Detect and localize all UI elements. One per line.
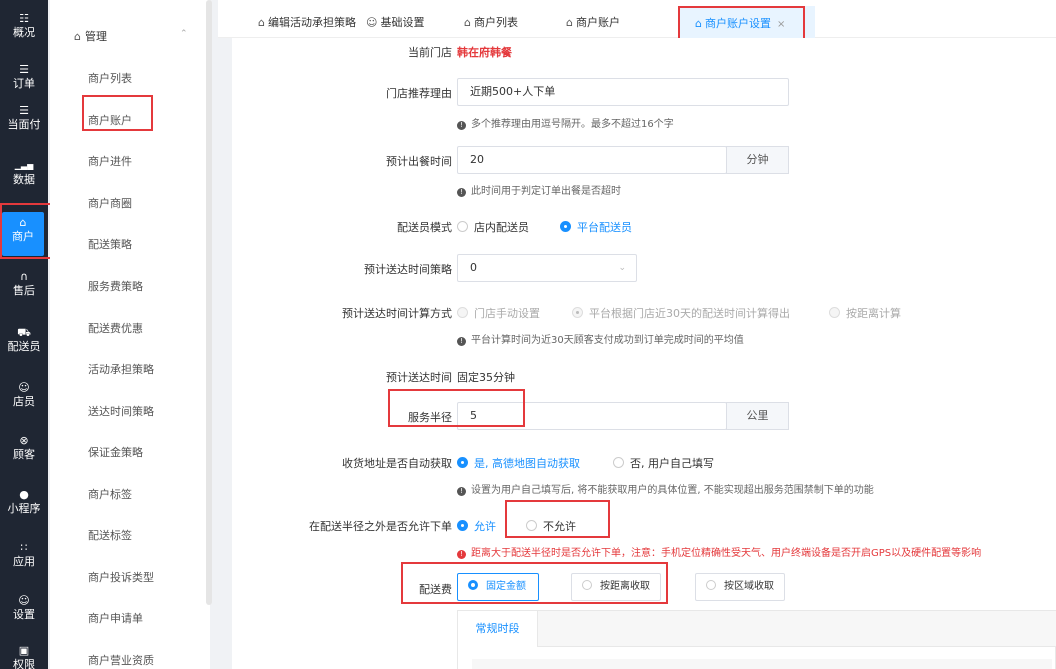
auto-address-hint: ! 设置为用户自己填写后, 将不能获取用户的具体位置, 不能实现超出服务范围禁制下… (457, 481, 874, 496)
nav-item-orders[interactable]: ☰ 订单 (0, 59, 48, 103)
highlight-box-deny-outside (505, 500, 610, 538)
courier-icon: ⛟ (17, 326, 31, 339)
eta-calc-platform-radio[interactable]: 平台根据门店近30天的配送时间计算得出 (572, 305, 790, 321)
prep-time-label: 预计出餐时间 (386, 155, 452, 168)
sidebar-item-merchant-list[interactable]: 商户列表 (88, 70, 132, 86)
auto-address-yes-radio[interactable]: 是, 高德地图自动获取 (457, 455, 580, 471)
store-icon: ⌂ (74, 30, 81, 43)
bar-chart-icon: ▁▃▅ (14, 161, 34, 170)
recommend-reason-input[interactable]: 近期500+人下单 (457, 78, 789, 106)
info-icon: ! (457, 121, 466, 130)
lock-icon: ▣ (18, 644, 30, 657)
highlight-box-delivery-fee (401, 562, 668, 604)
eta-calc-label: 预计送达时间计算方式 (342, 307, 452, 320)
sidebar-item-delivery-time-strategy[interactable]: 送达时间策略 (88, 403, 154, 419)
eta-calc-manual-radio[interactable]: 门店手动设置 (457, 305, 540, 321)
user-icon: ☺ (18, 381, 30, 394)
tab-edit-promo-strategy[interactable]: ⌂ 编辑活动承担策略 (258, 14, 356, 30)
nav-item-staff[interactable]: ☺ 店员 (0, 377, 48, 421)
main-nav: ☷ 概况 ☰ 订单 ☰ 当面付 ▁▃▅ 数据 ⌂ 商户 ∩ 售后 ⛟ 配送员 ☺ (0, 0, 48, 669)
grid-icon: ☷ (19, 12, 29, 25)
wechat-icon: ● (19, 488, 29, 501)
outside-radius-hint: ! 距离大于配送半径时是否允许下单，注意：手机定位精确性受天气、用户终端设备是否开… (457, 544, 981, 559)
tab-regular-period[interactable]: 常规时段 (458, 611, 538, 647)
time-period-panel: 常规时段 (457, 610, 1056, 669)
sidebar-item-merchant-onboarding[interactable]: 商户进件 (88, 153, 132, 169)
sidebar-scrollbar[interactable] (206, 0, 212, 605)
sidebar-item-service-fee-strategy[interactable]: 服务费策略 (88, 278, 143, 294)
nav-item-face-pay[interactable]: ☰ 当面付 (0, 100, 48, 144)
highlight-box-merchant-nav (0, 203, 55, 259)
nav-item-data[interactable]: ▁▃▅ 数据 (0, 155, 48, 199)
store-icon: ⌂ (566, 16, 573, 29)
warning-icon: ! (457, 550, 466, 559)
outside-radius-label: 在配送半径之外是否允许下单 (309, 520, 452, 533)
highlight-box-service-radius (388, 389, 525, 427)
tab-merchant-list[interactable]: ⌂ 商户列表 (464, 14, 518, 30)
eta-value: 固定35分钟 (457, 371, 515, 384)
nav-item-permissions[interactable]: ▣ 权限 (0, 640, 48, 669)
nav-item-apps[interactable]: ∷ 应用 (0, 537, 48, 581)
delivery-fee-area-button[interactable]: 按区域收取 (695, 573, 785, 601)
user-icon: ☺ (366, 16, 378, 29)
sidebar-item-complaint-types[interactable]: 商户投诉类型 (88, 569, 154, 585)
info-icon: ! (457, 487, 466, 496)
settings-icon: ☺ (18, 594, 30, 607)
headset-icon: ∩ (19, 270, 29, 283)
prep-time-unit: 分钟 (726, 146, 789, 174)
sidebar-item-delivery-fee-discount[interactable]: 配送费优惠 (88, 320, 143, 336)
chevron-down-icon: ⌄ (618, 263, 626, 273)
store-icon: ⌂ (464, 16, 471, 29)
tab-bar: ⌂ 编辑活动承担策略 ☺ 基础设置 ⌂ 商户列表 ⌂ 商户账户 ⌂ 商户账户设置 × (218, 0, 1056, 38)
eta-label: 预计送达时间 (386, 371, 452, 384)
sidebar-item-business-license[interactable]: 商户营业资质 (88, 652, 154, 668)
current-store-value: 韩在府韩餐 (457, 46, 512, 59)
auto-address-no-radio[interactable]: 否, 用户自己填写 (613, 455, 714, 471)
nav-item-customers[interactable]: ⊗ 顾客 (0, 430, 48, 474)
sidebar-item-promo-cost-strategy[interactable]: 活动承担策略 (88, 361, 154, 377)
nav-item-couriers[interactable]: ⛟ 配送员 (0, 322, 48, 366)
current-store-label: 当前门店 (408, 46, 452, 59)
store-icon: ⌂ (258, 16, 265, 29)
nav-item-after-sales[interactable]: ∩ 售后 (0, 266, 48, 310)
time-period-body (472, 659, 1052, 669)
highlight-box-merchant-account (82, 95, 153, 131)
sidebar-item-merchant-tags[interactable]: 商户标签 (88, 486, 132, 502)
sidebar-group-manage[interactable]: ⌂ 管理 (74, 28, 107, 44)
sidebar-item-applications[interactable]: 商户申请单 (88, 610, 143, 626)
service-radius-unit: 公里 (726, 402, 789, 430)
eta-strategy-select[interactable]: 0 ⌄ (457, 254, 637, 282)
sidebar-item-business-district[interactable]: 商户商圈 (88, 195, 132, 211)
info-icon: ! (457, 337, 466, 346)
nav-item-settings[interactable]: ☺ 设置 (0, 590, 48, 634)
prep-time-input[interactable]: 20 (457, 146, 727, 174)
eta-calc-hint: ! 平台计算时间为近30天顾客支付成功到订单完成时间的平均值 (457, 331, 744, 346)
courier-mode-label: 配送员模式 (397, 221, 452, 234)
sidebar-item-delivery-tags[interactable]: 配送标签 (88, 527, 132, 543)
tab-basic-settings[interactable]: ☺ 基础设置 (366, 14, 424, 30)
nav-item-overview[interactable]: ☷ 概况 (0, 8, 48, 52)
list-icon: ☰ (19, 63, 29, 76)
recommend-reason-label: 门店推荐理由 (386, 87, 452, 100)
apps-icon: ∷ (20, 541, 28, 554)
recommend-reason-hint: ! 多个推荐理由用逗号隔开。最多不超过16个字 (457, 115, 674, 130)
time-period-tabbar (458, 611, 1056, 647)
info-icon: ! (457, 188, 466, 197)
nav-item-mini-program[interactable]: ● 小程序 (0, 484, 48, 528)
sidebar-item-deposit-strategy[interactable]: 保证金策略 (88, 444, 143, 460)
customer-icon: ⊗ (19, 434, 29, 447)
auto-address-label: 收货地址是否自动获取 (342, 457, 452, 470)
list-icon: ☰ (19, 104, 29, 117)
courier-mode-store-radio[interactable]: 店内配送员 (457, 219, 529, 235)
eta-strategy-label: 预计送达时间策略 (364, 263, 452, 276)
sidebar-item-delivery-strategy[interactable]: 配送策略 (88, 236, 132, 252)
chevron-up-icon[interactable]: ⌃ (180, 29, 188, 39)
courier-mode-platform-radio[interactable]: 平台配送员 (560, 219, 632, 235)
tab-merchant-account[interactable]: ⌂ 商户账户 (566, 14, 620, 30)
prep-time-hint: ! 此时间用于判定订单出餐是否超时 (457, 182, 621, 197)
eta-calc-distance-radio[interactable]: 按距离计算 (829, 305, 901, 321)
outside-radius-allow-radio[interactable]: 允许 (457, 518, 496, 534)
